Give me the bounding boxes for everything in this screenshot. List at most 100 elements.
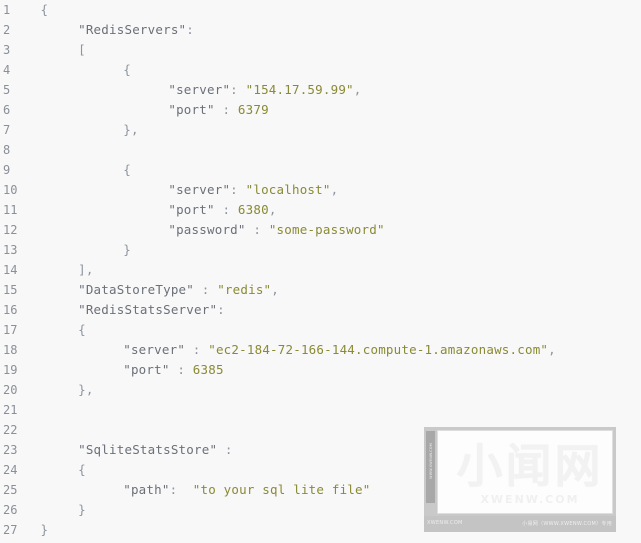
line-number: 17 bbox=[3, 323, 18, 337]
token-str: "ec2-184-72-166-144.compute-1.amazonaws.… bbox=[208, 342, 549, 357]
token-str: "localhost" bbox=[245, 182, 331, 197]
token-punct: , bbox=[271, 282, 280, 297]
watermark-logo-text: 小闻网 bbox=[456, 439, 604, 493]
token-punct: : bbox=[185, 342, 209, 357]
token-num: 6380 bbox=[237, 202, 269, 217]
code-line[interactable]: 12 "password" : "some-password" bbox=[0, 220, 641, 240]
token-key: "SqliteStatsStore" bbox=[78, 442, 218, 457]
token-str: "some-password" bbox=[268, 222, 385, 237]
token-str: "to your sql lite file" bbox=[192, 482, 371, 497]
code-line-text: "RedisStatsServer": bbox=[78, 300, 225, 320]
token-punct: : bbox=[169, 362, 193, 377]
code-line[interactable]: 9{ bbox=[0, 160, 641, 180]
code-line[interactable]: 20}, bbox=[0, 380, 641, 400]
code-line-text: { bbox=[123, 60, 131, 80]
token-punct: : bbox=[230, 82, 246, 97]
line-number: 19 bbox=[3, 363, 18, 377]
token-punct: , bbox=[130, 122, 139, 137]
code-line[interactable]: 7}, bbox=[0, 120, 641, 140]
code-line-text: "port" : 6385 bbox=[123, 360, 223, 380]
token-punct: { bbox=[78, 462, 86, 477]
line-number: 11 bbox=[3, 203, 18, 217]
token-punct: , bbox=[268, 202, 277, 217]
code-line[interactable]: 6 "port" : 6379 bbox=[0, 100, 641, 120]
code-line[interactable]: 1{ bbox=[0, 0, 641, 20]
code-line[interactable]: 18 "server" : "ec2-184-72-166-144.compute… bbox=[0, 340, 641, 360]
code-line-text: "RedisServers": bbox=[78, 20, 194, 40]
token-key: "server" bbox=[168, 182, 231, 197]
token-num: 6379 bbox=[237, 102, 269, 117]
line-number: 6 bbox=[3, 103, 11, 117]
token-punct: , bbox=[353, 82, 362, 97]
watermark-domain-text: XWENW.COM bbox=[480, 493, 580, 506]
watermark-footer-right-text: 小易网（WWW.XWENW.COM）专用 bbox=[522, 521, 612, 527]
code-line[interactable]: 2 "RedisServers": bbox=[0, 20, 641, 40]
token-key: "RedisStatsServer" bbox=[78, 302, 218, 317]
line-number: 12 bbox=[3, 223, 18, 237]
token-punct: : bbox=[214, 102, 238, 117]
token-punct: : bbox=[245, 222, 269, 237]
code-line[interactable]: 19 "port" : 6385 bbox=[0, 360, 641, 380]
line-number: 23 bbox=[3, 443, 18, 457]
line-number: 22 bbox=[3, 423, 18, 437]
code-line-text: } bbox=[78, 500, 86, 520]
token-key: "DataStoreType" bbox=[78, 282, 194, 297]
code-line-text: { bbox=[123, 160, 131, 180]
token-punct: : bbox=[194, 282, 218, 297]
token-punct: : bbox=[230, 182, 246, 197]
code-line[interactable]: 8 bbox=[0, 140, 641, 160]
token-punct: { bbox=[123, 162, 131, 177]
line-number: 4 bbox=[3, 63, 11, 77]
code-line[interactable]: 17 { bbox=[0, 320, 641, 340]
token-punct: : bbox=[186, 22, 195, 37]
code-line[interactable]: 13} bbox=[0, 240, 641, 260]
token-punct: , bbox=[85, 262, 94, 277]
code-line-text: }, bbox=[123, 120, 138, 140]
code-line[interactable]: 5 "server": "154.17.59.99", bbox=[0, 80, 641, 100]
line-number: 8 bbox=[3, 143, 11, 157]
token-punct: [ bbox=[78, 42, 86, 57]
token-punct: ] bbox=[78, 262, 86, 277]
watermark-footer-left-text: XWENW.COM bbox=[427, 520, 463, 526]
code-line-text: "server": "localhost", bbox=[168, 180, 338, 200]
code-line-text: { bbox=[41, 0, 49, 20]
code-line-text: "server" : "ec2-184-72-166-144.compute-1… bbox=[123, 340, 556, 360]
code-line-text: [ bbox=[78, 40, 86, 60]
line-number: 10 bbox=[3, 183, 18, 197]
code-line-text: "DataStoreType" : "redis", bbox=[78, 280, 279, 300]
code-line[interactable]: 14], bbox=[0, 260, 641, 280]
code-viewer-window: 1{2 "RedisServers": 3[4{5 "server": "154.17… bbox=[0, 0, 641, 543]
code-line-text: "port" : 6380, bbox=[168, 200, 276, 220]
code-line[interactable]: 3[ bbox=[0, 40, 641, 60]
code-line[interactable]: 15 "DataStoreType" : "redis", bbox=[0, 280, 641, 300]
line-number: 18 bbox=[3, 343, 18, 357]
line-number: 21 bbox=[3, 403, 18, 417]
line-number: 26 bbox=[3, 503, 18, 517]
code-line[interactable]: 4{ bbox=[0, 60, 641, 80]
watermark-panel: 小闻网 XWENW.COM bbox=[437, 430, 613, 514]
code-line-text: } bbox=[123, 240, 131, 260]
code-line[interactable]: 10 "server": "localhost", bbox=[0, 180, 641, 200]
code-line-text: { bbox=[78, 460, 86, 480]
token-punct: : bbox=[217, 442, 233, 457]
token-punct: : bbox=[217, 302, 225, 317]
line-number: 9 bbox=[3, 163, 11, 177]
code-line[interactable]: 16 "RedisStatsServer": bbox=[0, 300, 641, 320]
code-line-text: } bbox=[41, 520, 49, 540]
line-number: 25 bbox=[3, 483, 18, 497]
line-number: 24 bbox=[3, 463, 18, 477]
token-punct: } bbox=[40, 522, 49, 537]
code-line[interactable]: 11 "port" : 6380, bbox=[0, 200, 641, 220]
token-punct: , bbox=[85, 382, 94, 397]
token-punct: , bbox=[330, 182, 339, 197]
line-number: 14 bbox=[3, 263, 18, 277]
code-line-text: }, bbox=[78, 380, 93, 400]
token-punct: } bbox=[123, 242, 131, 257]
watermark-footer-bar: XWENW.COM 小易网（WWW.XWENW.COM）专用 bbox=[424, 516, 616, 532]
token-punct: { bbox=[78, 322, 86, 337]
code-line-text: { bbox=[78, 320, 86, 340]
line-number: 15 bbox=[3, 283, 18, 297]
code-line[interactable]: 21 bbox=[0, 400, 641, 420]
token-punct: , bbox=[548, 342, 556, 357]
token-punct: : bbox=[169, 482, 193, 497]
